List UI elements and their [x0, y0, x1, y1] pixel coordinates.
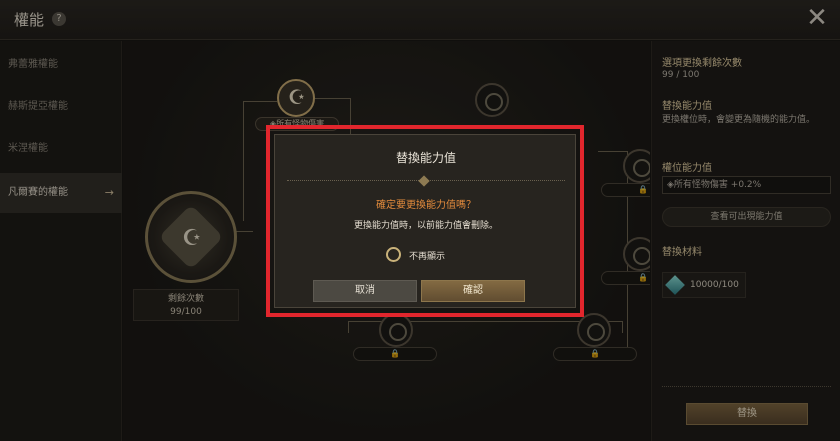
dialog-description: 更換能力值時，以前能力值會刪除。	[353, 221, 498, 231]
dialog-title: 替換能力值	[395, 151, 456, 165]
dont-show-again-checkbox[interactable]	[386, 247, 401, 262]
diamond-icon	[418, 175, 430, 187]
confirm-dialog: 替換能力值 確定要更換能力值嗎？ 更換能力值時，以前能力值會刪除。 不再顯示 取…	[274, 134, 576, 308]
confirm-button[interactable]: 確認	[421, 280, 525, 302]
divider	[287, 175, 565, 187]
cancel-button[interactable]: 取消	[313, 280, 417, 302]
dont-show-again-label[interactable]: 不再顯示	[409, 249, 445, 262]
dialog-question: 確定要更換能力值嗎？	[376, 200, 476, 211]
